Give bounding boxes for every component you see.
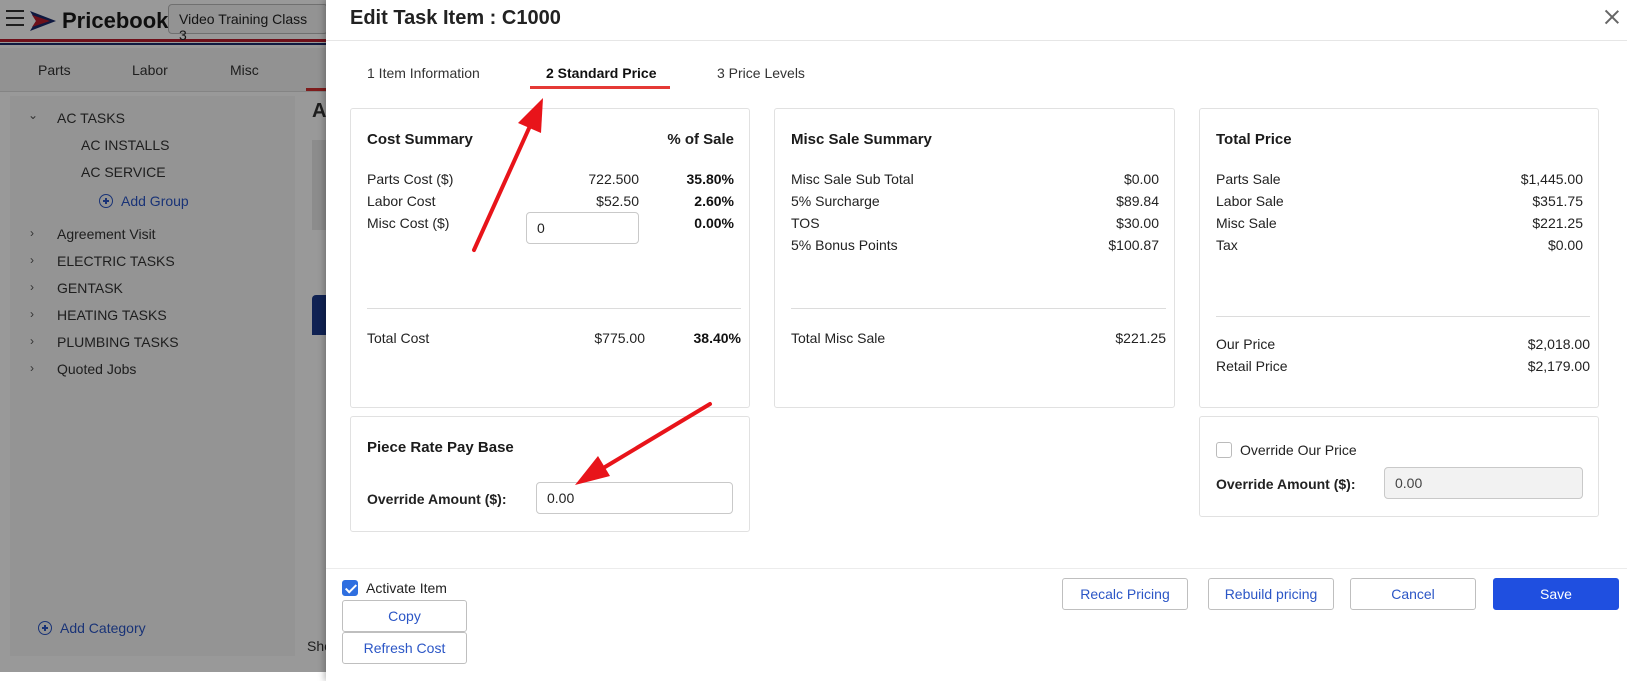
total-misc-sale-label: Total Misc Sale bbox=[791, 330, 886, 346]
total-price-card: Total Price Parts Sale $1,445.00 Labor S… bbox=[1199, 108, 1599, 408]
labor-cost-label: Labor Cost bbox=[367, 193, 436, 209]
piece-rate-override-label: Override Amount ($): bbox=[367, 491, 507, 507]
edit-task-modal: Edit Task Item : C1000 1 Item Informatio… bbox=[326, 0, 1627, 681]
misc-sale-row-value: $89.84 bbox=[1116, 193, 1159, 209]
cost-summary-title: Cost Summary bbox=[367, 131, 473, 148]
cost-summary-card: Cost Summary % of Sale Parts Cost ($) 72… bbox=[350, 108, 750, 408]
piece-rate-override-input[interactable]: 0.00 bbox=[536, 482, 733, 514]
total-cost-label: Total Cost bbox=[367, 330, 430, 346]
pct-of-sale-header: % of Sale bbox=[667, 131, 734, 148]
cancel-button[interactable]: Cancel bbox=[1350, 578, 1476, 610]
total-price-row-value: $221.25 bbox=[1532, 215, 1583, 231]
override-our-price-label: Override Our Price bbox=[1240, 442, 1357, 458]
total-price-row-value: $351.75 bbox=[1532, 193, 1583, 209]
total-price-title: Total Price bbox=[1216, 131, 1292, 148]
override-amount-input[interactable]: 0.00 bbox=[1384, 467, 1583, 499]
override-our-price-checkbox[interactable] bbox=[1216, 442, 1232, 458]
save-button[interactable]: Save bbox=[1493, 578, 1619, 610]
misc-sale-summary-card: Misc Sale Summary Misc Sale Sub Total $0… bbox=[774, 108, 1175, 408]
our-price-value: $2,018.00 bbox=[1527, 336, 1590, 352]
footer-divider bbox=[326, 568, 1627, 569]
misc-sale-row-value: $100.87 bbox=[1108, 237, 1159, 253]
close-icon[interactable] bbox=[1603, 8, 1621, 26]
misc-cost-label: Misc Cost ($) bbox=[367, 215, 450, 231]
refresh-cost-button[interactable]: Refresh Cost bbox=[342, 632, 467, 664]
parts-cost-value: 722.500 bbox=[588, 171, 639, 187]
retail-price-label: Retail Price bbox=[1216, 358, 1288, 374]
total-price-row-label: Tax bbox=[1216, 237, 1238, 253]
piece-rate-title: Piece Rate Pay Base bbox=[367, 439, 514, 456]
rebuild-pricing-button[interactable]: Rebuild pricing bbox=[1208, 578, 1334, 610]
cost-divider bbox=[367, 308, 741, 309]
total-price-row-label: Labor Sale bbox=[1216, 193, 1284, 209]
misc-sale-row-value: $30.00 bbox=[1116, 215, 1159, 231]
modal-backdrop[interactable] bbox=[0, 0, 326, 672]
misc-sale-row-value: $0.00 bbox=[1123, 171, 1159, 187]
misc-cost-input[interactable]: 0 bbox=[526, 212, 639, 244]
title-divider bbox=[326, 40, 1627, 41]
total-price-row-label: Misc Sale bbox=[1216, 215, 1277, 231]
modal-title: Edit Task Item : C1000 bbox=[350, 7, 561, 29]
labor-cost-pct: 2.60% bbox=[694, 193, 734, 209]
misc-sale-row-label: 5% Bonus Points bbox=[791, 237, 898, 253]
misc-sale-row-label: 5% Surcharge bbox=[791, 193, 880, 209]
total-price-divider bbox=[1216, 316, 1590, 317]
total-price-row-label: Parts Sale bbox=[1216, 171, 1281, 187]
misc-sale-summary-title: Misc Sale Summary bbox=[791, 131, 932, 148]
our-price-label: Our Price bbox=[1216, 336, 1276, 352]
recalc-pricing-button[interactable]: Recalc Pricing bbox=[1062, 578, 1188, 610]
parts-cost-label: Parts Cost ($) bbox=[367, 171, 454, 187]
parts-cost-pct: 35.80% bbox=[686, 171, 734, 187]
total-cost-pct: 38.40% bbox=[693, 330, 741, 346]
override-amount-label: Override Amount ($): bbox=[1216, 476, 1356, 492]
total-misc-sale-value: $221.25 bbox=[1115, 330, 1166, 346]
tab-standard-price[interactable]: 2 Standard Price bbox=[546, 65, 657, 81]
misc-sale-divider bbox=[791, 308, 1166, 309]
copy-button[interactable]: Copy bbox=[342, 600, 467, 632]
total-price-row-value: $1,445.00 bbox=[1520, 171, 1583, 187]
misc-cost-pct: 0.00% bbox=[694, 215, 734, 231]
misc-sale-row-label: Misc Sale Sub Total bbox=[791, 171, 914, 187]
labor-cost-value: $52.50 bbox=[596, 193, 639, 209]
tab-item-information[interactable]: 1 Item Information bbox=[367, 65, 480, 81]
tab-price-levels[interactable]: 3 Price Levels bbox=[717, 65, 805, 81]
active-tab-underline bbox=[530, 86, 670, 89]
activate-item-checkbox[interactable] bbox=[342, 580, 358, 596]
misc-sale-row-label: TOS bbox=[791, 215, 820, 231]
activate-item-label: Activate Item bbox=[366, 580, 447, 596]
piece-rate-card: Piece Rate Pay Base Override Amount ($):… bbox=[350, 416, 750, 532]
total-cost-value: $775.00 bbox=[594, 330, 645, 346]
retail-price-value: $2,179.00 bbox=[1527, 358, 1590, 374]
override-our-price-card: Override Our Price Override Amount ($): … bbox=[1199, 416, 1599, 517]
total-price-row-value: $0.00 bbox=[1547, 237, 1583, 253]
